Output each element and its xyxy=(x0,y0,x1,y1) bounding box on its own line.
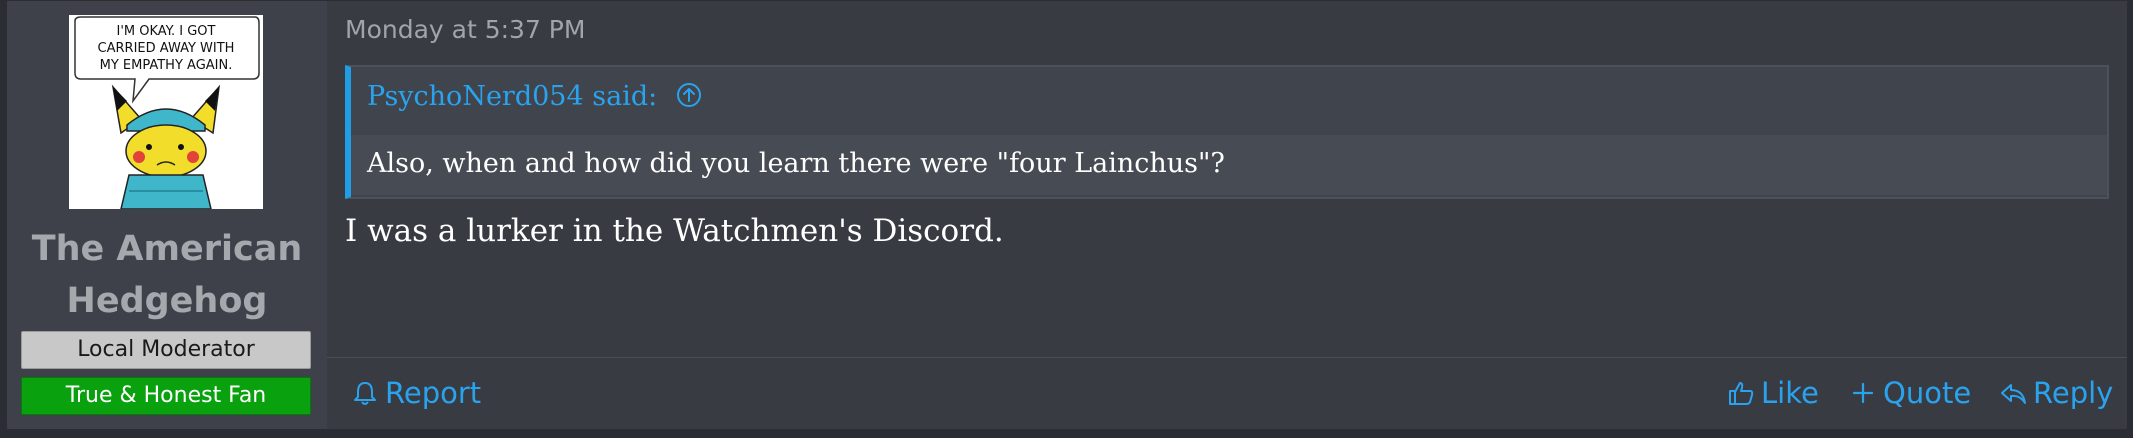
thumbs-up-icon xyxy=(1729,382,1754,405)
report-button[interactable]: Report xyxy=(351,376,481,410)
like-button[interactable]: Like xyxy=(1727,376,1819,410)
like-label: Like xyxy=(1761,376,1819,410)
username-line: Hedgehog xyxy=(66,281,268,321)
reply-label: Reply xyxy=(2033,376,2114,410)
quote-block: PsychoNerd054 said: Also, when and how d… xyxy=(345,65,2109,199)
banner-true-honest-fan: True & Honest Fan xyxy=(21,377,311,415)
reply-arrow-icon xyxy=(2001,384,2026,404)
username-line: The American xyxy=(31,229,303,269)
quote-button[interactable]: Quote xyxy=(1849,376,1971,410)
bell-icon xyxy=(354,382,376,405)
quote-text: Also, when and how did you learn there w… xyxy=(351,135,2107,195)
banner-local-moderator: Local Moderator xyxy=(21,331,311,369)
post-message: I was a lurker in the Watchmen's Discord… xyxy=(345,213,1004,249)
report-label: Report xyxy=(385,376,482,410)
avatar-caption-line: CARRIED AWAY WITH xyxy=(98,41,235,56)
username[interactable]: The American Hedgehog xyxy=(7,223,327,327)
forum-post: I'M OKAY. I GOT CARRIED AWAY WITH MY EMP… xyxy=(6,0,2128,430)
post-main: Monday at 5:37 PM PsychoNerd054 said: Al… xyxy=(327,1,2127,429)
user-info-column: I'M OKAY. I GOT CARRIED AWAY WITH MY EMP… xyxy=(7,1,327,429)
quote-header[interactable]: PsychoNerd054 said: xyxy=(367,81,702,112)
avatar[interactable]: I'M OKAY. I GOT CARRIED AWAY WITH MY EMP… xyxy=(69,15,263,209)
quote-label: Quote xyxy=(1883,376,1972,410)
reply-button[interactable]: Reply xyxy=(1999,376,2113,410)
jump-to-quote-icon[interactable] xyxy=(676,82,702,108)
post-footer: Report Like Quote Reply xyxy=(327,357,2127,432)
post-timestamp[interactable]: Monday at 5:37 PM xyxy=(345,15,585,44)
avatar-image: I'M OKAY. I GOT CARRIED AWAY WITH MY EMP… xyxy=(69,15,263,209)
plus-icon xyxy=(1852,382,1874,404)
avatar-caption-line: MY EMPATHY AGAIN. xyxy=(100,58,233,73)
quote-author[interactable]: PsychoNerd054 said: xyxy=(367,81,657,112)
avatar-caption-line: I'M OKAY. I GOT xyxy=(117,24,216,39)
